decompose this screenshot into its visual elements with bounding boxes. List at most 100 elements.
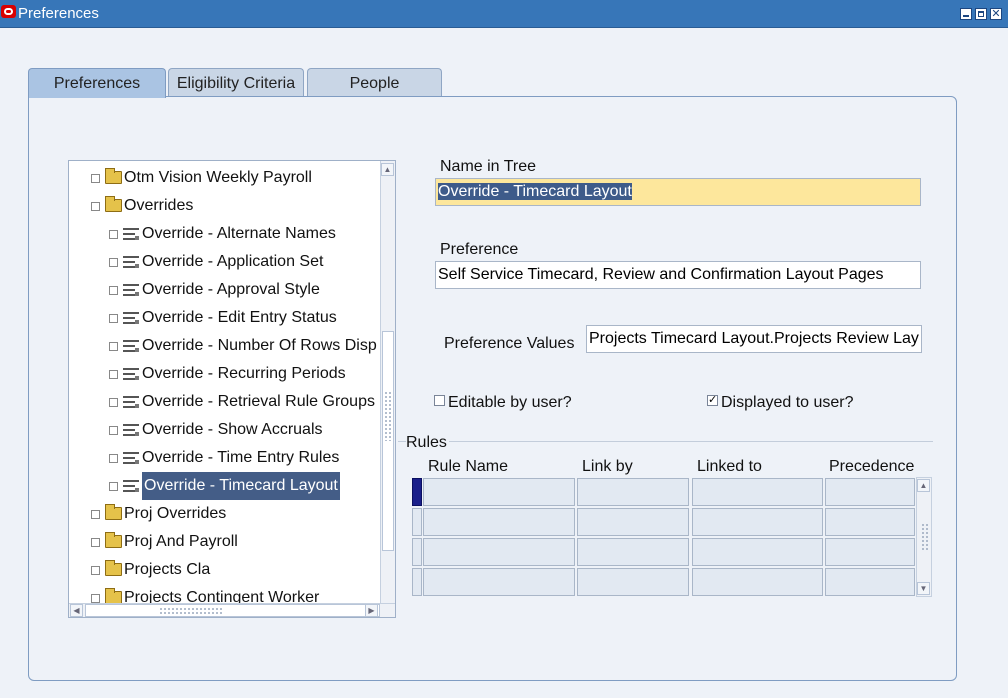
preference-icon — [123, 396, 139, 408]
preference-values-field[interactable]: Projects Timecard Layout.Projects Review… — [586, 325, 922, 353]
rules-cell-link-by[interactable] — [577, 508, 689, 536]
expand-icon[interactable] — [109, 482, 118, 491]
preference-icon — [123, 424, 139, 436]
expand-icon[interactable] — [109, 454, 118, 463]
tree-preference-item[interactable]: Override - Edit Entry Status — [69, 306, 395, 330]
rules-cell-rule-name[interactable] — [423, 538, 575, 566]
maximize-icon[interactable] — [975, 8, 987, 20]
preference-icon — [123, 256, 139, 268]
column-rule-name: Rule Name — [428, 458, 509, 475]
scrollbar-thumb[interactable] — [85, 604, 380, 617]
tab-people[interactable]: People — [307, 68, 442, 97]
tree-item-label: Override - Number Of Rows Disp — [142, 337, 377, 354]
tree-folder-item[interactable]: Proj Overrides — [69, 502, 395, 526]
rules-cell-precedence[interactable] — [825, 538, 915, 566]
editable-label: Editable by user? — [448, 394, 572, 411]
folder-icon — [105, 168, 122, 184]
name-in-tree-field[interactable]: Override - Timecard Layout — [435, 178, 921, 206]
scrollbar-grip — [159, 607, 224, 615]
rules-cell-linked-to[interactable] — [692, 478, 823, 506]
tree-folder-item[interactable]: Proj And Payroll — [69, 530, 395, 554]
rules-cell-rule-name[interactable] — [423, 478, 575, 506]
window-titlebar: Preferences ✕ — [0, 0, 1008, 28]
rules-cell-rule-name[interactable] — [423, 508, 575, 536]
tree-item-label: Proj And Payroll — [124, 533, 238, 550]
tree-horizontal-scrollbar[interactable]: ◀ ▶ — [69, 603, 395, 617]
rules-cell-link-by[interactable] — [577, 538, 689, 566]
tree-folder-item[interactable]: Overrides — [69, 194, 395, 218]
window-title: Preferences — [18, 5, 99, 22]
tree-item-label: Overrides — [124, 197, 194, 214]
rules-cell-linked-to[interactable] — [692, 508, 823, 536]
row-indicator[interactable] — [412, 538, 422, 566]
scroll-up-icon[interactable]: ▲ — [917, 479, 930, 492]
tree-preference-item[interactable]: Override - Retrieval Rule Groups — [69, 390, 395, 414]
expand-icon[interactable] — [91, 174, 100, 183]
displayed-label: Displayed to user? — [721, 394, 854, 411]
expand-icon[interactable] — [109, 398, 118, 407]
expand-icon[interactable] — [109, 314, 118, 323]
tree-preference-item[interactable]: Override - Application Set — [69, 250, 395, 274]
rules-cell-link-by[interactable] — [577, 568, 689, 596]
preference-field[interactable]: Self Service Timecard, Review and Confir… — [435, 261, 921, 289]
expand-icon[interactable] — [109, 426, 118, 435]
expand-icon[interactable] — [91, 510, 100, 519]
folder-icon — [105, 504, 122, 520]
expand-icon[interactable] — [91, 594, 100, 603]
tree-item-label: Override - Application Set — [142, 253, 324, 270]
rules-cell-link-by[interactable] — [577, 478, 689, 506]
tree-preference-item[interactable]: Override - Time Entry Rules — [69, 446, 395, 470]
rules-cell-rule-name[interactable] — [423, 568, 575, 596]
rules-vertical-scrollbar[interactable]: ▲ ▼ — [916, 477, 932, 597]
row-indicator[interactable] — [412, 568, 422, 596]
expand-icon[interactable] — [91, 566, 100, 575]
scrollbar-thumb[interactable] — [382, 331, 394, 551]
expand-icon[interactable] — [109, 258, 118, 267]
minimize-icon[interactable] — [960, 8, 972, 20]
folder-icon — [105, 560, 122, 576]
tree-item-label: Override - Timecard Layout — [142, 472, 340, 500]
scroll-right-icon[interactable]: ▶ — [365, 604, 378, 617]
displayed-checkbox[interactable]: ✓ — [707, 395, 718, 406]
tree-preference-item[interactable]: Override - Show Accruals — [69, 418, 395, 442]
expand-icon[interactable] — [91, 538, 100, 547]
collapse-icon[interactable] — [91, 202, 100, 211]
rules-cell-precedence[interactable] — [825, 478, 915, 506]
folder-icon — [105, 532, 122, 548]
preference-icon — [123, 340, 139, 352]
expand-icon[interactable] — [109, 230, 118, 239]
row-indicator[interactable] — [412, 508, 422, 536]
tree-preference-item[interactable]: Override - Timecard Layout — [69, 472, 395, 500]
rules-divider — [398, 441, 933, 442]
rules-cell-precedence[interactable] — [825, 508, 915, 536]
tree-folder-item[interactable]: Otm Vision Weekly Payroll — [69, 166, 395, 190]
tab-preferences[interactable]: Preferences — [28, 68, 166, 98]
rules-cell-linked-to[interactable] — [692, 568, 823, 596]
scroll-left-icon[interactable]: ◀ — [70, 604, 83, 617]
tree-folder-item[interactable]: Projects Cla — [69, 558, 395, 582]
row-indicator[interactable] — [412, 478, 422, 506]
tree-preference-item[interactable]: Override - Approval Style — [69, 278, 395, 302]
rules-title: Rules — [406, 434, 449, 452]
preference-icon — [123, 452, 139, 464]
column-linked-to: Linked to — [697, 458, 762, 475]
expand-icon[interactable] — [109, 342, 118, 351]
tree-vertical-scrollbar[interactable]: ▲ — [380, 161, 395, 603]
tree-preference-item[interactable]: Override - Number Of Rows Disp — [69, 334, 395, 358]
tree-preference-item[interactable]: Override - Recurring Periods — [69, 362, 395, 386]
preference-tree[interactable]: Otm Vision Weekly Payroll Overrides Overri… — [68, 160, 396, 618]
preference-label: Preference — [440, 241, 519, 258]
rules-cell-linked-to[interactable] — [692, 538, 823, 566]
close-icon[interactable]: ✕ — [990, 8, 1002, 20]
scroll-down-icon[interactable]: ▼ — [917, 582, 930, 595]
scroll-up-icon[interactable]: ▲ — [381, 163, 394, 176]
tree-preference-item[interactable]: Override - Alternate Names — [69, 222, 395, 246]
oracle-logo-icon — [1, 5, 16, 18]
rules-cell-precedence[interactable] — [825, 568, 915, 596]
editable-checkbox[interactable] — [434, 395, 445, 406]
tab-eligibility-criteria[interactable]: Eligibility Criteria — [168, 68, 304, 97]
tree-item-label: Override - Edit Entry Status — [142, 309, 337, 326]
expand-icon[interactable] — [109, 286, 118, 295]
column-link-by: Link by — [582, 458, 633, 475]
expand-icon[interactable] — [109, 370, 118, 379]
